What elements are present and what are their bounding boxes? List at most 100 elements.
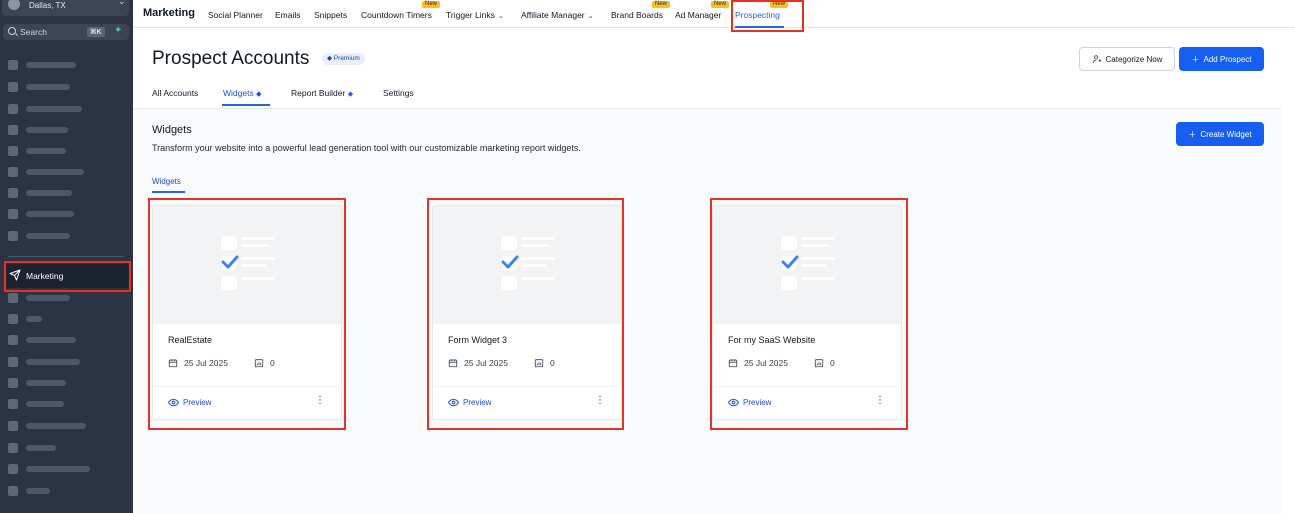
search-shortcut: ⌘K — [87, 27, 105, 37]
top-nav-title: Marketing — [143, 7, 195, 19]
sidebar-item-blurred[interactable] — [8, 485, 118, 497]
widget-count: 0 — [269, 358, 275, 368]
nav-label-blurred — [26, 148, 66, 154]
sidebar-item-blurred[interactable] — [8, 313, 118, 325]
nav-prospecting[interactable]: Prospecting — [735, 10, 780, 20]
preview-label: Preview — [183, 398, 212, 407]
nav-label-blurred — [26, 359, 80, 365]
diamond-icon: ◆ — [256, 91, 262, 98]
widget-name: Form Widget 3 — [448, 335, 508, 345]
sidebar-item-blurred[interactable] — [8, 230, 118, 242]
sidebar-item-blurred[interactable] — [8, 166, 118, 178]
sidebar-item-blurred[interactable] — [8, 420, 118, 432]
nav-ad-manager[interactable]: Ad Manager — [675, 10, 721, 20]
tab-settings[interactable]: Settings — [383, 88, 414, 98]
plus-icon: ＋ — [1188, 129, 1197, 139]
nav-icon — [8, 146, 18, 156]
sidebar-item-blurred[interactable] — [8, 442, 118, 454]
nav-icon — [8, 421, 18, 431]
more-options-icon[interactable]: ⋮ — [595, 396, 605, 406]
nav-affiliate-manager[interactable]: Affiliate Manager ⌄ — [521, 10, 594, 20]
search-icon — [8, 27, 16, 35]
tab-widgets[interactable]: Widgets ◆ — [223, 88, 261, 98]
widget-date: 25 Jul 2025 — [744, 358, 788, 368]
nav-label-blurred — [26, 466, 90, 472]
subtab-widgets[interactable]: Widgets — [152, 177, 181, 186]
nav-icon — [8, 82, 18, 92]
sidebar-item-blurred[interactable] — [8, 463, 118, 475]
nav-label-blurred — [26, 233, 70, 239]
nav-social-planner[interactable]: Social Planner — [208, 10, 263, 20]
more-options-icon[interactable]: ⋮ — [875, 396, 885, 406]
nav-snippets[interactable]: Snippets — [314, 10, 347, 20]
widget-date: 25 Jul 2025 — [464, 358, 508, 368]
tab-report-builder[interactable]: Report Builder ◆ — [291, 88, 353, 98]
sidebar-item-blurred[interactable] — [8, 398, 118, 410]
nav-emails[interactable]: Emails — [275, 10, 301, 20]
nav-icon — [8, 399, 18, 409]
sidebar-item-blurred[interactable] — [8, 356, 118, 368]
plus-icon: ＋ — [1191, 54, 1200, 64]
tab-all-accounts[interactable]: All Accounts — [152, 88, 198, 98]
widget-card[interactable]: RealEstate 25 Jul 2025 0 Preview ⋮ — [152, 205, 342, 420]
checklist-illustration-icon — [221, 236, 275, 290]
widget-meta: 25 Jul 2025 0 — [448, 358, 555, 368]
card-divider — [153, 386, 341, 387]
new-badge: New — [770, 1, 789, 8]
tab-report-builder-label: Report Builder — [291, 88, 346, 98]
sidebar-item-blurred[interactable] — [8, 292, 118, 304]
sparkle-icon[interactable]: ✦ — [114, 25, 122, 36]
location-avatar — [8, 0, 20, 10]
sidebar-item-blurred[interactable] — [8, 187, 118, 199]
calendar-icon — [728, 359, 738, 368]
new-badge: New — [711, 1, 730, 8]
card-divider — [713, 386, 901, 387]
chart-icon — [814, 359, 824, 368]
sidebar-item-blurred[interactable] — [8, 334, 118, 346]
preview-link[interactable]: Preview — [168, 397, 211, 408]
sidebar-item-blurred[interactable] — [8, 377, 118, 389]
nav-active-underline — [735, 26, 784, 28]
nav-label-blurred — [26, 337, 76, 343]
sidebar-item-blurred[interactable] — [8, 103, 118, 115]
new-badge: New — [652, 1, 671, 8]
create-widget-button[interactable]: ＋ Create Widget — [1176, 122, 1264, 146]
checklist-illustration-icon — [501, 236, 555, 290]
card-divider — [433, 386, 621, 387]
eye-icon — [448, 398, 459, 407]
sidebar-item-blurred[interactable] — [8, 124, 118, 136]
location-switcher[interactable]: Dallas, TX ⌄ — [2, 0, 129, 16]
paper-plane-icon — [9, 269, 21, 281]
nav-icon — [8, 443, 18, 453]
preview-link[interactable]: Preview — [728, 397, 771, 408]
user-tag-icon — [1092, 55, 1101, 63]
preview-link[interactable]: Preview — [448, 397, 491, 408]
sidebar-item-blurred[interactable] — [8, 81, 118, 93]
widget-card[interactable]: Form Widget 3 25 Jul 2025 0 Preview ⋮ — [432, 205, 622, 420]
nav-countdown-timers[interactable]: Countdown Timers — [361, 10, 432, 20]
sidebar-item-marketing[interactable]: Marketing — [4, 264, 129, 288]
page-title: Prospect Accounts — [152, 48, 310, 69]
more-options-icon[interactable]: ⋮ — [315, 396, 325, 406]
location-name: Dallas, TX — [29, 1, 66, 10]
add-prospect-label: Add Prospect — [1203, 54, 1252, 64]
sidebar-item-blurred[interactable] — [8, 59, 118, 71]
nav-icon — [8, 464, 18, 474]
sidebar-search[interactable]: Search ⌘K ✦ — [3, 24, 129, 40]
diamond-icon: ◆ — [327, 55, 332, 62]
sidebar: Dallas, TX ⌄ Search ⌘K ✦ Marketing — [0, 0, 133, 513]
nav-trigger-links-label: Trigger Links — [446, 10, 495, 20]
nav-label-blurred — [26, 62, 76, 68]
widget-name: RealEstate — [168, 335, 213, 345]
subtab-underline — [152, 191, 185, 193]
widget-card[interactable]: For my SaaS Website 25 Jul 2025 0 Previe… — [712, 205, 902, 420]
nav-icon — [8, 486, 18, 496]
categorize-now-button[interactable]: Categorize Now — [1079, 47, 1175, 71]
eye-icon — [728, 398, 739, 407]
diamond-icon: ◆ — [347, 91, 354, 98]
add-prospect-button[interactable]: ＋ Add Prospect — [1179, 47, 1264, 71]
sidebar-item-blurred[interactable] — [8, 208, 118, 220]
nav-brand-boards[interactable]: Brand Boards — [611, 10, 663, 20]
nav-trigger-links[interactable]: Trigger Links ⌄ — [446, 10, 504, 20]
sidebar-item-blurred[interactable] — [8, 145, 118, 157]
